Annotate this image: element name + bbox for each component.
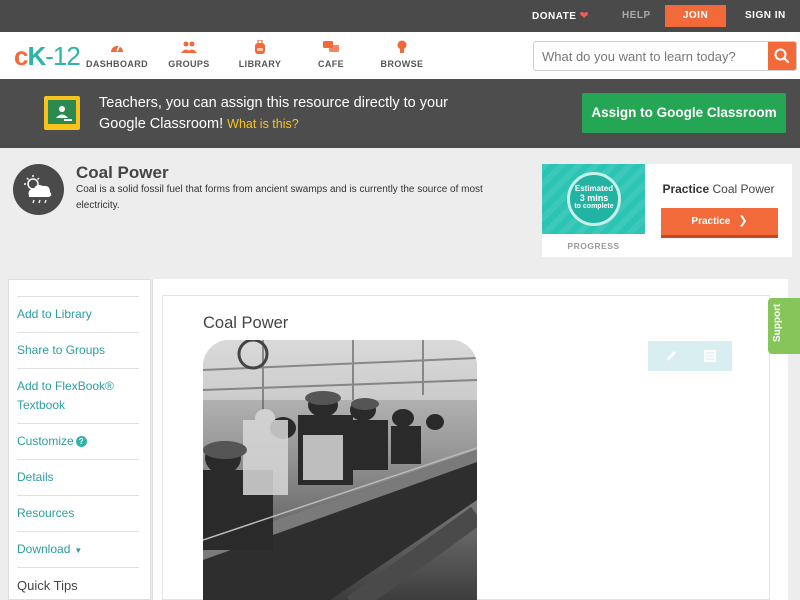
google-classroom-banner: Teachers, you can assign this resource d… xyxy=(0,79,800,148)
sidebar-add-to-flexbook[interactable]: Add to FlexBook® Textbook xyxy=(17,368,139,423)
concept-title: Coal Power xyxy=(76,163,169,182)
progress-label: PROGRESS xyxy=(567,241,620,251)
backpack-icon xyxy=(255,40,265,54)
what-is-this-link[interactable]: What is this? xyxy=(227,117,299,131)
main-body: Add to Library Share to Groups Add to Fl… xyxy=(0,265,800,600)
donate-link[interactable]: DONATE ❤ xyxy=(532,0,589,32)
pencil-icon[interactable] xyxy=(664,349,678,363)
search-input[interactable] xyxy=(534,42,770,70)
caret-down-icon: ▼ xyxy=(74,546,83,555)
content-area: Coal Power xyxy=(152,279,788,600)
search-button[interactable] xyxy=(768,42,796,70)
practice-card: Estimated 3 mins to complete PROGRESS Pr… xyxy=(542,164,792,257)
article-panel: Coal Power xyxy=(162,295,770,600)
sidebar-add-to-library[interactable]: Add to Library xyxy=(17,296,139,332)
chat-bubbles-icon xyxy=(323,41,339,52)
ck12-logo[interactable]: cK-12 xyxy=(14,42,81,70)
action-sidebar: Add to Library Share to Groups Add to Fl… xyxy=(8,279,151,600)
nav-dashboard[interactable]: DASHBOARD xyxy=(82,40,152,69)
join-button[interactable]: JOIN xyxy=(665,5,726,27)
people-icon xyxy=(181,41,197,53)
practice-title: Practice Coal Power xyxy=(662,182,775,196)
sidebar-resources[interactable]: Resources xyxy=(17,495,139,531)
top-utility-bar: DONATE ❤ HELP JOIN SIGN IN xyxy=(0,0,800,32)
notes-icon[interactable] xyxy=(703,349,717,363)
nav-cafe[interactable]: CAFE xyxy=(296,40,366,69)
article-title: Coal Power xyxy=(203,314,289,332)
sidebar-quick-tips[interactable]: Quick Tips xyxy=(17,567,139,600)
weather-cloud-icon xyxy=(13,164,64,215)
concept-description: Coal is a solid fossil fuel that forms f… xyxy=(76,184,483,211)
sidebar-download[interactable]: Download ▼ xyxy=(17,531,139,567)
search-box xyxy=(533,41,797,71)
nav-groups[interactable]: GROUPS xyxy=(154,40,224,69)
sidebar-details[interactable]: Details xyxy=(17,459,139,495)
factory-photo xyxy=(203,340,477,600)
progress-badge: Estimated 3 mins to complete xyxy=(542,164,645,234)
estimated-time-circle: Estimated 3 mins to complete xyxy=(567,172,621,226)
support-tab[interactable]: Support xyxy=(768,298,800,354)
sidebar-share-to-groups[interactable]: Share to Groups xyxy=(17,332,139,368)
practice-button[interactable]: Practice ❯ xyxy=(661,208,778,238)
banner-message: Teachers, you can assign this resource d… xyxy=(99,95,448,132)
chevron-right-icon: ❯ xyxy=(738,215,748,227)
sign-in-link[interactable]: SIGN IN xyxy=(745,0,786,32)
google-classroom-icon xyxy=(44,96,80,130)
nav-browse[interactable]: BROWSE xyxy=(367,40,437,69)
heart-icon: ❤ xyxy=(579,10,590,22)
assign-to-google-classroom-button[interactable]: Assign to Google Classroom xyxy=(582,93,786,133)
help-icon[interactable]: ? xyxy=(75,436,87,447)
nav-library[interactable]: LIBRARY xyxy=(225,40,295,69)
search-icon xyxy=(774,48,790,64)
lightbulb-icon xyxy=(397,40,407,53)
main-nav: cK-12 DASHBOARD GROUPS LIBRARY CAFE BROW… xyxy=(0,32,800,79)
gauge-icon xyxy=(111,44,123,52)
sidebar-customize[interactable]: Customize? xyxy=(17,423,139,459)
help-link[interactable]: HELP xyxy=(622,0,651,32)
concept-header: Coal Power Coal is a solid fossil fuel t… xyxy=(0,148,800,265)
annotation-tools xyxy=(648,341,732,371)
